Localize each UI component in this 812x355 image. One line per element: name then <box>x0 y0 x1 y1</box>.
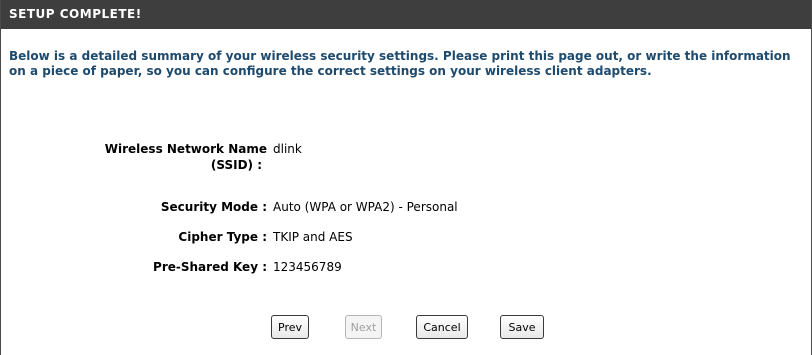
security-mode-value: Auto (WPA or WPA2) - Personal <box>273 200 458 214</box>
cancel-button[interactable]: Cancel <box>416 315 468 339</box>
security-mode-label: Security Mode : <box>160 200 267 214</box>
save-button[interactable]: Save <box>500 315 544 339</box>
pre-shared-key-label: Pre-Shared Key : <box>153 260 267 274</box>
summary-description: Below is a detailed summary of your wire… <box>9 49 791 78</box>
pre-shared-key-value: 123456789 <box>273 260 342 274</box>
cipher-type-label: Cipher Type : <box>178 230 267 244</box>
ssid-label-suffix: (SSID) : <box>210 158 262 172</box>
section-header: SETUP COMPLETE! <box>1 0 811 29</box>
ssid-label: Wireless Network Name <box>104 142 267 156</box>
prev-button[interactable]: Prev <box>271 315 309 339</box>
ssid-value: dlink <box>273 142 302 156</box>
next-button[interactable]: Next <box>345 315 382 339</box>
page: SETUP COMPLETE! Below is a detailed summ… <box>0 0 812 355</box>
cipher-type-value: TKIP and AES <box>273 230 353 244</box>
setup-complete-panel: SETUP COMPLETE! Below is a detailed summ… <box>0 0 812 355</box>
